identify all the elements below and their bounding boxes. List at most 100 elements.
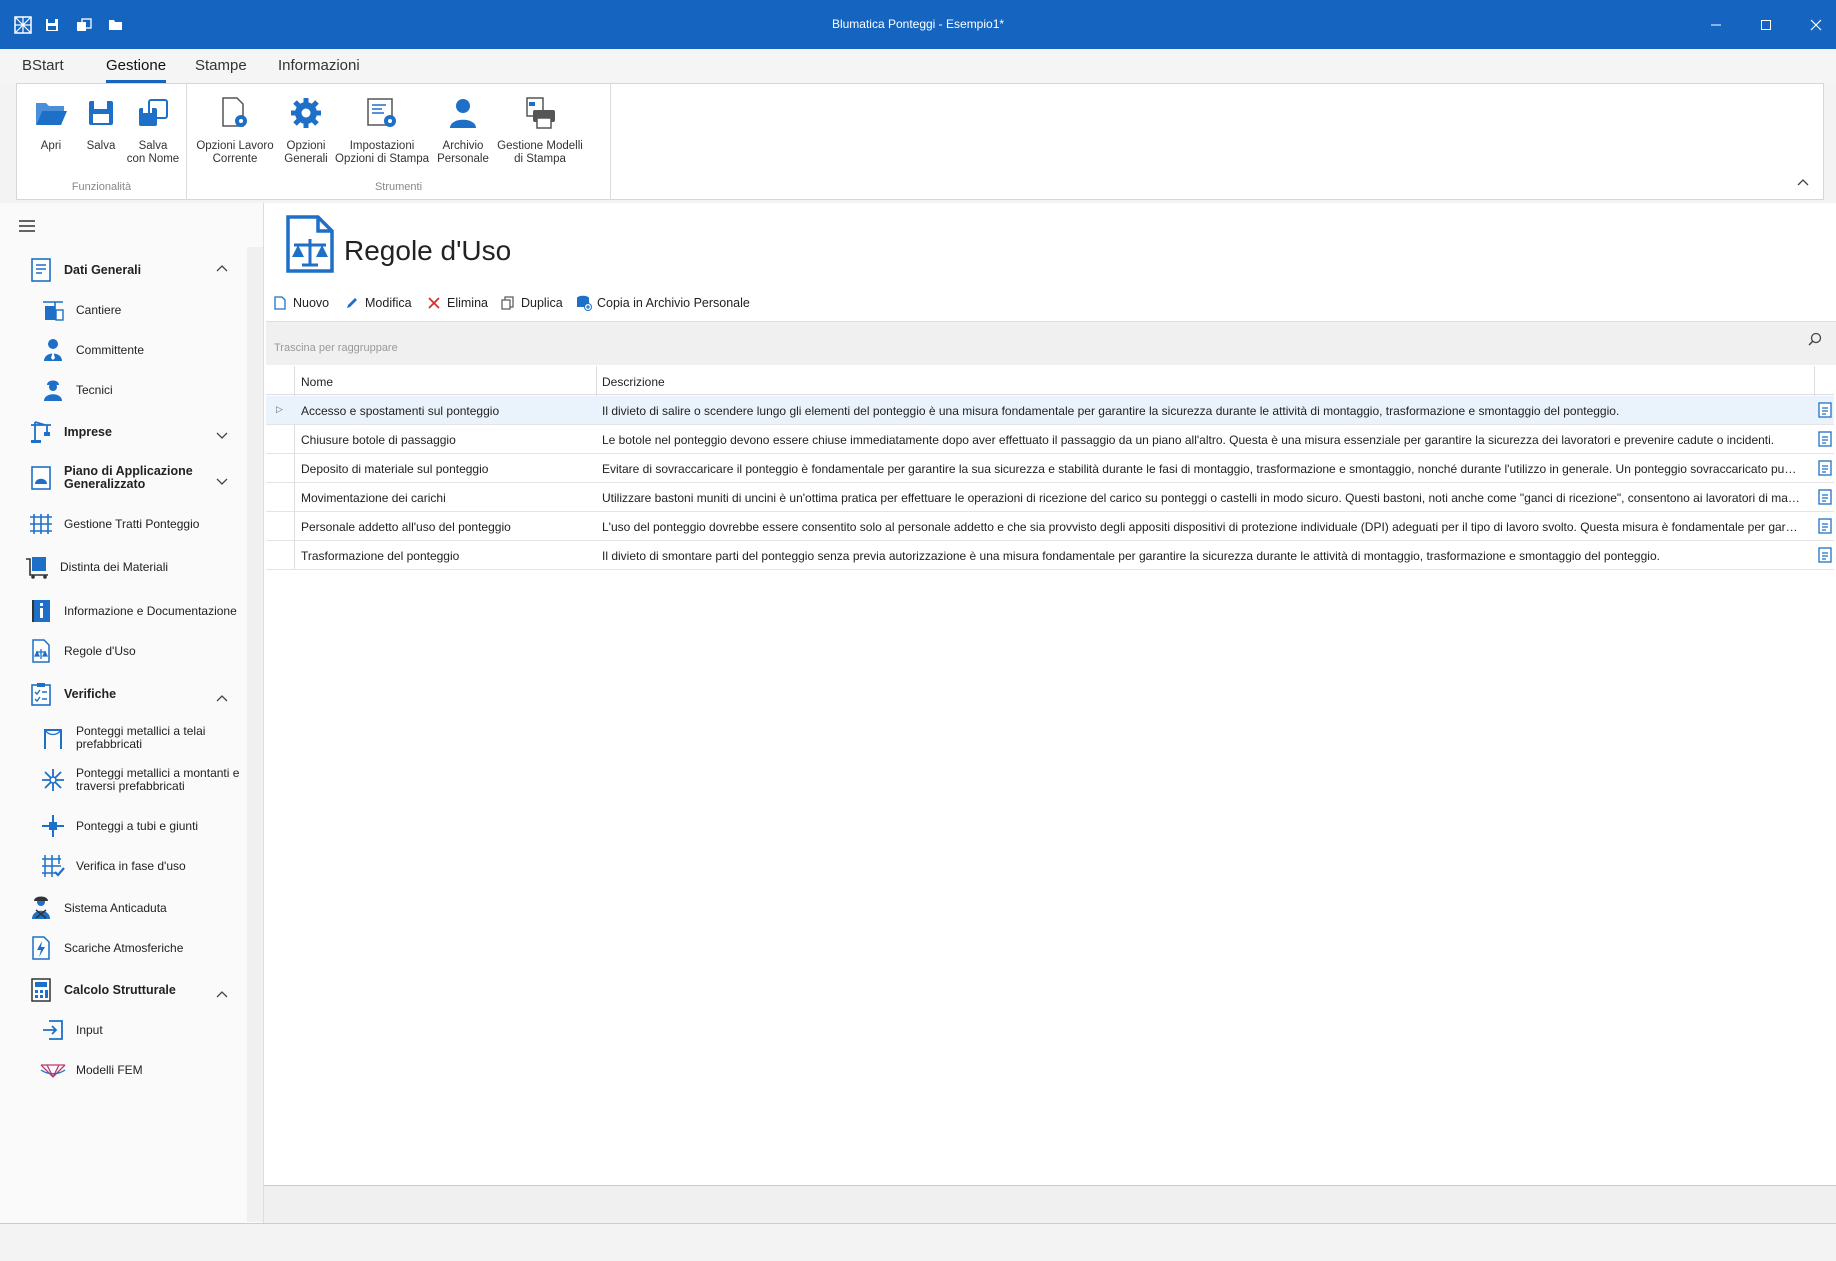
sidebar-item-committente[interactable]: Committente: [40, 337, 144, 363]
copy-icon: [500, 295, 516, 311]
chevron-down-icon[interactable]: [216, 429, 228, 443]
new-button[interactable]: Nuovo: [272, 295, 329, 311]
sidebar-item-cantiere[interactable]: Cantiere: [40, 297, 121, 323]
general-options-button[interactable]: Opzioni Generali: [279, 94, 333, 166]
table-row[interactable]: Personale addetto all'uso del ponteggio …: [266, 512, 1834, 541]
sidebar-item-tecnici[interactable]: Tecnici: [40, 377, 113, 403]
collapse-ribbon-button[interactable]: [1797, 175, 1809, 189]
technician-icon: [40, 377, 66, 403]
ribbon-group-strumenti: Opzioni Lavoro Corrente Opzioni Generali…: [187, 84, 611, 199]
ribbon-tabs: BStart Gestione Stampe Informazioni: [0, 49, 1836, 83]
group-by-placeholder: Trascina per raggruppare: [274, 342, 398, 354]
sidebar-scrollbar[interactable]: [247, 247, 263, 1222]
hamburger-menu-icon[interactable]: [18, 219, 36, 233]
tube-joint-icon: [40, 813, 66, 839]
sidebar-item-imprese[interactable]: Imprese: [28, 419, 112, 445]
maximize-button[interactable]: [1746, 10, 1786, 40]
printer-icon: [521, 94, 559, 132]
minimize-icon: [1711, 24, 1721, 26]
construction-site-icon: [40, 297, 66, 323]
row-detail-icon[interactable]: [1818, 489, 1832, 505]
group-by-area[interactable]: Trascina per raggruppare: [266, 321, 1836, 365]
archive-add-icon: [576, 295, 592, 311]
info-book-icon: [28, 598, 54, 624]
materials-cart-icon: [24, 554, 50, 580]
print-options-button[interactable]: Impostazioni Opzioni di Stampa: [335, 94, 429, 166]
minimize-button[interactable]: [1696, 10, 1736, 40]
node-star-icon: [40, 767, 66, 793]
tab-bstart[interactable]: BStart: [22, 57, 64, 80]
ribbon-group-funzionalita: Apri Salva Salva con Nome Funzionalità: [17, 84, 187, 199]
delete-button[interactable]: Elimina: [426, 295, 488, 311]
tab-gestione[interactable]: Gestione: [106, 57, 167, 83]
table-row[interactable]: Deposito di materiale sul ponteggio Evit…: [266, 454, 1834, 483]
fem-model-icon: [40, 1057, 66, 1083]
scaffold-check-icon: [40, 853, 66, 879]
sidebar-item-ponteggi-telai[interactable]: Ponteggi metallici a telai prefabbricati: [40, 725, 205, 751]
row-detail-icon[interactable]: [1818, 431, 1832, 447]
column-header-descrizione[interactable]: Descrizione: [602, 375, 665, 389]
save-button[interactable]: Salva: [79, 94, 123, 153]
sidebar-item-distinta-materiali[interactable]: Distinta dei Materiali: [24, 554, 168, 580]
sidebar-item-modelli-fem[interactable]: Modelli FEM: [40, 1057, 143, 1083]
sidebar-item-informazione-documentazione[interactable]: Informazione e Documentazione: [28, 598, 237, 624]
column-header-nome[interactable]: Nome: [301, 375, 333, 389]
tab-informazioni[interactable]: Informazioni: [278, 57, 360, 80]
sidebar-item-input[interactable]: Input: [40, 1017, 103, 1043]
print-templates-button[interactable]: Gestione Modelli di Stampa: [497, 94, 583, 166]
table-row[interactable]: Chiusure botole di passaggio Le botole n…: [266, 425, 1834, 454]
row-detail-icon[interactable]: [1818, 402, 1832, 418]
main-panel: Regole d'Uso Nuovo Modifica Elimina Dupl…: [264, 203, 1836, 1223]
calculator-icon: [28, 977, 54, 1003]
open-button[interactable]: Apri: [27, 94, 75, 153]
sidebar-item-ponteggi-tubi[interactable]: Ponteggi a tubi e giunti: [40, 813, 198, 839]
new-document-icon: [272, 295, 288, 311]
row-detail-icon[interactable]: [1818, 547, 1832, 563]
row-indicator-icon: ▷: [276, 404, 283, 414]
ribbon-group-label: Funzionalità: [71, 181, 132, 193]
tab-stampe[interactable]: Stampe: [195, 57, 247, 80]
pencil-icon: [344, 295, 360, 311]
table-row[interactable]: Trasformazione del ponteggio Il divieto …: [266, 541, 1834, 570]
sidebar-item-sistema-anticaduta[interactable]: Sistema Anticaduta: [28, 895, 167, 921]
row-detail-icon[interactable]: [1818, 460, 1832, 476]
save-as-button[interactable]: Salva con Nome: [123, 94, 183, 166]
lightning-icon: [28, 935, 54, 961]
sidebar: Dati Generali Cantiere Committente Tecni…: [0, 203, 264, 1223]
rules-balance-icon: [28, 638, 54, 664]
maximize-icon: [1761, 20, 1771, 30]
sidebar-item-ponteggi-montanti[interactable]: Ponteggi metallici a montanti e traversi …: [40, 767, 239, 793]
sidebar-item-regole-uso[interactable]: Regole d'Uso: [28, 638, 136, 664]
sidebar-item-verifiche[interactable]: Verifiche: [28, 681, 116, 707]
status-bar: [0, 1223, 1836, 1261]
duplicate-button[interactable]: Duplica: [500, 295, 563, 311]
edit-button[interactable]: Modifica: [344, 295, 412, 311]
chevron-up-icon[interactable]: [216, 691, 228, 705]
save-icon: [82, 94, 120, 132]
search-icon[interactable]: [1808, 332, 1822, 349]
chevron-up-icon[interactable]: [216, 261, 228, 275]
table-row[interactable]: ▷ Accesso e spostamenti sul ponteggio Il…: [266, 396, 1834, 425]
title-bar: Blumatica Ponteggi - Esempio1*: [0, 0, 1836, 49]
grid-header: Nome Descrizione: [266, 366, 1834, 395]
chevron-up-icon: [1797, 179, 1809, 186]
sidebar-item-piano-applicazione[interactable]: Piano di Applicazione Generalizzato: [28, 465, 193, 491]
current-work-options-button[interactable]: Opzioni Lavoro Corrente: [195, 94, 275, 166]
sidebar-item-gestione-tratti[interactable]: Gestione Tratti Ponteggio: [28, 511, 199, 537]
grid-footer: [264, 1185, 1836, 1223]
close-button[interactable]: [1796, 10, 1836, 40]
chevron-down-icon[interactable]: [216, 475, 228, 489]
document-settings-icon: [216, 94, 254, 132]
row-detail-icon[interactable]: [1818, 518, 1832, 534]
sidebar-item-calcolo-strutturale[interactable]: Calcolo Strutturale: [28, 977, 176, 1003]
personal-archive-button[interactable]: Archivio Personale: [433, 94, 493, 166]
chevron-up-icon[interactable]: [216, 987, 228, 1001]
folder-open-icon: [32, 94, 70, 132]
document-list-icon: [28, 257, 54, 283]
sidebar-item-dati-generali[interactable]: Dati Generali: [28, 257, 141, 283]
close-icon: [1810, 19, 1822, 31]
table-row[interactable]: Movimentazione dei carichi Utilizzare ba…: [266, 483, 1834, 512]
sidebar-item-scariche-atmosferiche[interactable]: Scariche Atmosferiche: [28, 935, 183, 961]
copy-to-archive-button[interactable]: Copia in Archivio Personale: [576, 295, 750, 311]
sidebar-item-verifica-fase-uso[interactable]: Verifica in fase d'uso: [40, 853, 186, 879]
